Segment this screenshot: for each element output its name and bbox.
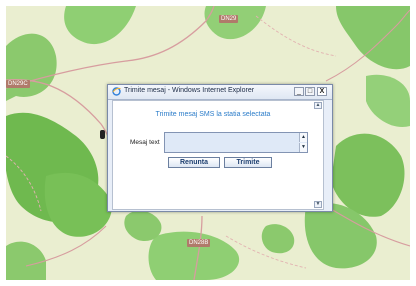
send-button[interactable]: Trimite	[224, 157, 272, 168]
road-label: DN29	[219, 15, 239, 23]
close-button[interactable]: X	[317, 87, 327, 96]
road-label: DN28B	[187, 239, 211, 247]
message-textarea[interactable]: ▲ ▼	[164, 132, 308, 153]
form-heading: Trimite mesaj SMS la statia selectata	[155, 111, 271, 118]
scroll-up-arrow-icon[interactable]: ▲	[314, 102, 322, 109]
message-label: Mesaj text	[130, 139, 160, 146]
station-marker[interactable]	[100, 130, 105, 139]
road-label: DN29C	[6, 80, 30, 88]
window-titlebar[interactable]: Trimite mesaj - Windows Internet Explore…	[108, 85, 332, 100]
ie-popup-window: Trimite mesaj - Windows Internet Explore…	[107, 84, 333, 212]
page-content: ▲ ▼ Trimite mesaj SMS la statia selectat…	[112, 100, 324, 210]
internet-explorer-icon	[112, 87, 121, 96]
window-title: Trimite mesaj - Windows Internet Explore…	[124, 87, 255, 94]
maximize-button[interactable]: □	[305, 87, 315, 96]
textarea-scroll-down-icon[interactable]: ▼	[299, 143, 307, 152]
minimize-button[interactable]: _	[294, 87, 304, 96]
scroll-down-arrow-icon[interactable]: ▼	[314, 201, 322, 208]
textarea-scroll-up-icon[interactable]: ▲	[299, 133, 307, 142]
cancel-button[interactable]: Renunta	[168, 157, 220, 168]
screenshot-frame: DN29 DN29C DN28B Trimite mesaj - Windows…	[0, 0, 416, 286]
